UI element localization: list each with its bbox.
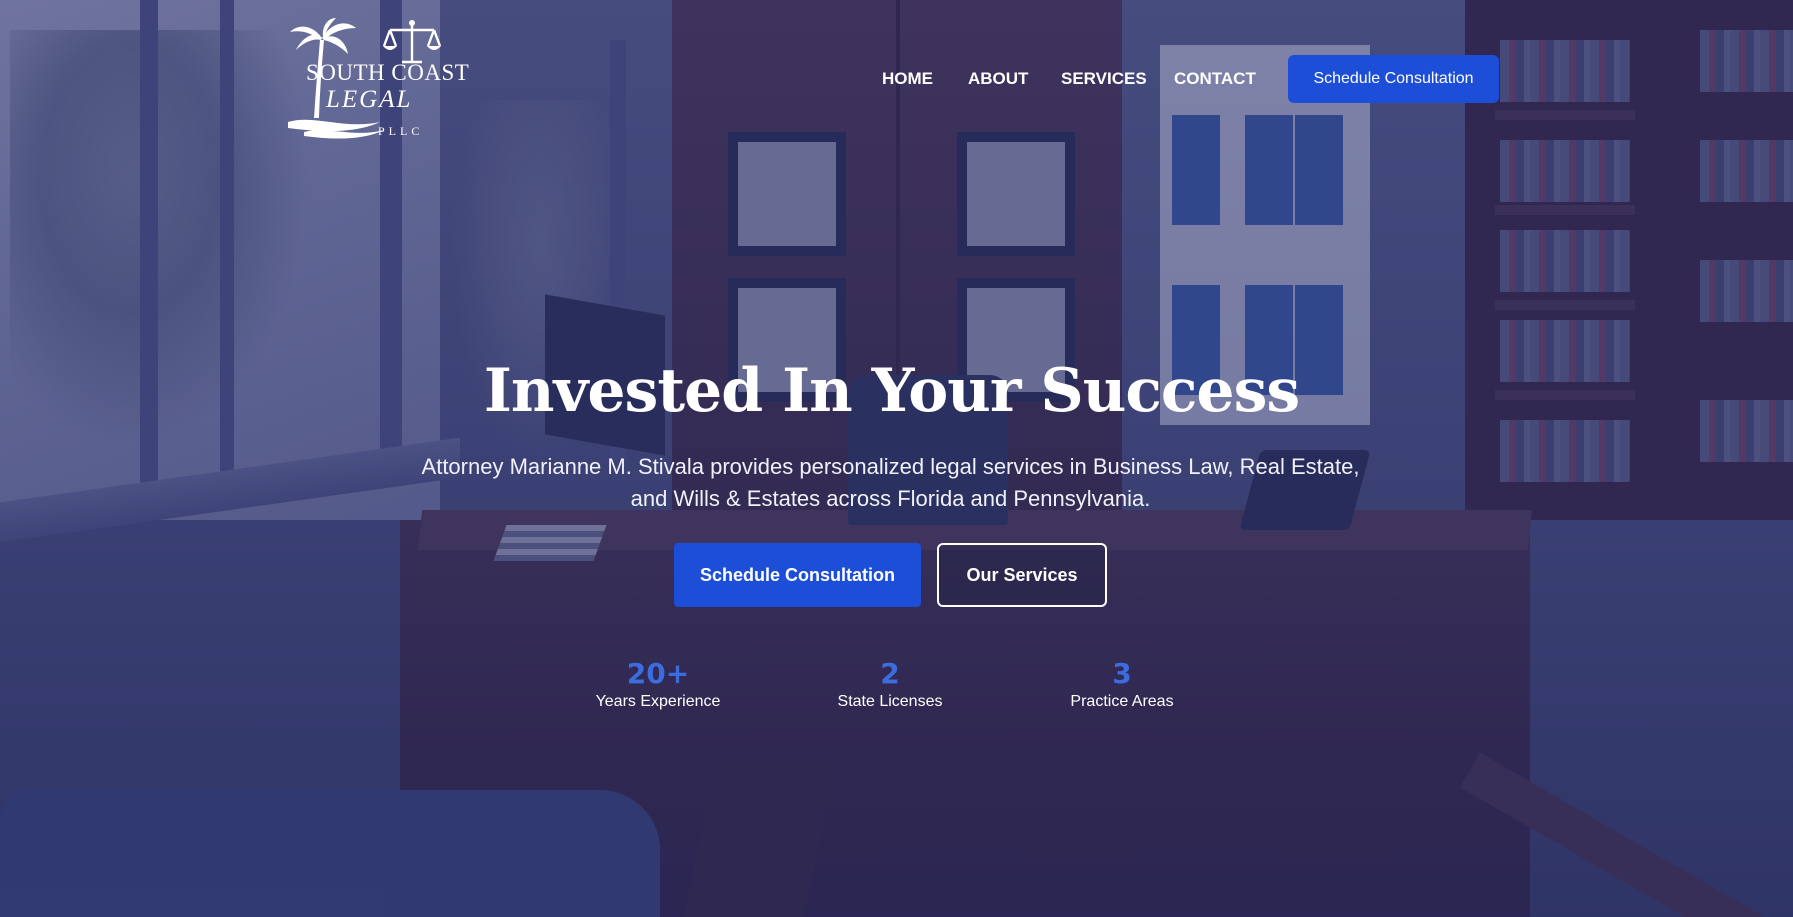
nav-link-about[interactable]: ABOUT [968,69,1028,89]
nav-link-services[interactable]: SERVICES [1061,69,1147,89]
logo-text-bottom: LEGAL [326,86,413,113]
stat-label: State Licenses [837,693,943,710]
logo-text-pllc: PLLC [378,124,424,138]
our-services-button[interactable]: Our Services [937,543,1107,607]
stat-practice-areas: 3 Practice Areas [1022,657,1222,711]
schedule-consultation-button[interactable]: Schedule Consultation [674,543,921,607]
logo-text-top: SOUTH COAST [306,60,470,85]
stat-value: 20+ [626,657,690,690]
hero-subtitle: Attorney Marianne M. Stivala provides pe… [421,454,1360,511]
stat-state-licenses: 2 State Licenses [790,657,990,711]
stat-value: 3 [1112,657,1132,690]
nav-link-contact[interactable]: CONTACT [1174,69,1256,89]
stat-years-experience: 20+ Years Experience [558,657,758,711]
header-schedule-consultation-button[interactable]: Schedule Consultation [1288,55,1499,103]
stat-value: 2 [880,657,900,690]
nav-link-home[interactable]: HOME [882,69,933,89]
stat-label: Years Experience [595,693,721,710]
stat-label: Practice Areas [1070,693,1174,710]
hero-title: Invested In Your Success [483,356,1300,426]
hero-section: SOUTH COAST LEGAL PLLC HOME ABOUT SERVIC… [0,0,1793,917]
site-logo[interactable]: SOUTH COAST LEGAL PLLC [284,18,474,142]
